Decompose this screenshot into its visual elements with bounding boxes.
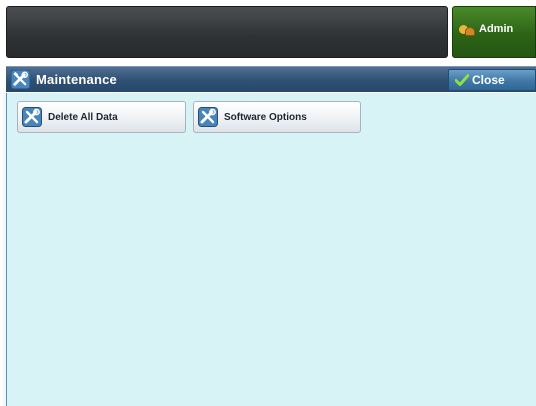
printer-screen: Admin Maintenance Close Delete All Data [0,0,536,406]
tools-icon [11,70,30,89]
message-bar [6,6,448,58]
delete-all-data-button[interactable]: Delete All Data [17,101,186,133]
software-options-button[interactable]: Software Options [193,101,361,133]
admin-user-icon [459,23,476,36]
tile-label: Delete All Data [48,111,118,123]
admin-label: Admin [479,23,514,35]
admin-button[interactable]: Admin [452,6,536,58]
main-panel [6,93,536,406]
tools-icon [22,107,42,127]
close-label: Close [472,73,505,87]
tile-label: Software Options [224,111,307,123]
close-button[interactable]: Close [448,69,536,91]
page-title: Maintenance [36,72,117,87]
check-icon [455,74,469,86]
tools-icon [198,107,218,127]
